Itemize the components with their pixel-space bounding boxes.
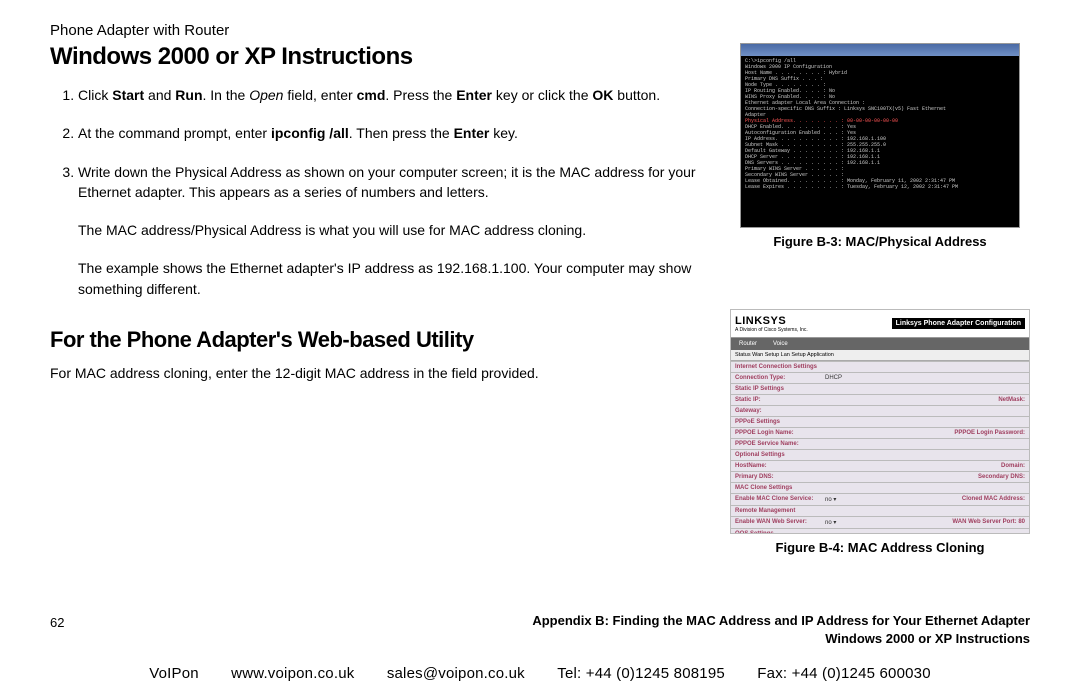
step-2: At the command prompt, enter ipconfig /a… xyxy=(78,123,712,143)
config-row: Connection Type:DHCP xyxy=(731,372,1029,383)
step-1: Click Start and Run. In the Open field, … xyxy=(78,85,712,105)
config-row: Static IP:NetMask: xyxy=(731,394,1029,405)
config-row: PPPOE Service Name: xyxy=(731,438,1029,449)
footer-tel: Tel: +44 (0)1245 808195 xyxy=(557,665,725,682)
config-row: Primary DNS:Secondary DNS: xyxy=(731,471,1029,482)
config-row: Enable WAN Web Server:no ▾WAN Web Server… xyxy=(731,516,1029,528)
config-row: Static IP Settings xyxy=(731,383,1029,394)
linksys-logo: LINKSYS xyxy=(735,315,808,327)
figure-b3-caption: Figure B-3: MAC/Physical Address xyxy=(730,234,1030,249)
linksys-config-screenshot: LINKSYS A Division of Cisco Systems, Inc… xyxy=(730,309,1030,534)
mac-note: The MAC address/Physical Address is what… xyxy=(78,220,712,240)
tab-router: Router xyxy=(731,341,765,347)
heading-web-utility: For the Phone Adapter's Web-based Utilit… xyxy=(50,327,712,353)
config-row: HostName:Domain: xyxy=(731,460,1029,471)
tab-voice: Voice xyxy=(765,341,796,347)
footer-fax: Fax: +44 (0)1245 600030 xyxy=(757,665,930,682)
mac-cloning-instruction: For MAC address cloning, enter the 12-di… xyxy=(50,363,712,383)
footer-website: www.voipon.co.uk xyxy=(231,665,354,682)
product-line: Phone Adapter with Router xyxy=(50,22,1030,39)
config-row: Enable MAC Clone Service:no ▾Cloned MAC … xyxy=(731,493,1029,505)
command-prompt-screenshot: C:\>ipconfig /all Windows 2000 IP Config… xyxy=(740,43,1020,228)
linksys-header: LINKSYS A Division of Cisco Systems, Inc… xyxy=(731,310,1029,338)
example-note: The example shows the Ethernet adapter's… xyxy=(78,258,712,299)
config-row: MAC Clone Settings xyxy=(731,482,1029,493)
figure-b4-caption: Figure B-4: MAC Address Cloning xyxy=(730,540,1030,555)
window-titlebar xyxy=(741,44,1019,56)
page-number: 62 xyxy=(50,615,64,630)
heading-windows-instructions: Windows 2000 or XP Instructions xyxy=(50,43,712,71)
config-row: Internet Connection Settings xyxy=(731,361,1029,372)
config-title: Linksys Phone Adapter Configuration xyxy=(892,318,1025,329)
config-row: PPPoE Settings xyxy=(731,416,1029,427)
instruction-list: Click Start and Run. In the Open field, … xyxy=(50,85,712,202)
main-tabs: Router Voice xyxy=(731,338,1029,350)
step-3: Write down the Physical Address as shown… xyxy=(78,162,712,203)
footer-company: VoIPon xyxy=(149,665,199,682)
config-row: QOS Settings xyxy=(731,528,1029,534)
config-row: Optional Settings xyxy=(731,449,1029,460)
config-row: Gateway: xyxy=(731,405,1029,416)
page-footer: VoIPon www.voipon.co.uk sales@voipon.co.… xyxy=(0,665,1080,682)
config-row: PPPOE Login Name:PPPOE Login Password: xyxy=(731,427,1029,438)
config-row: Remote Management xyxy=(731,505,1029,516)
footer-email: sales@voipon.co.uk xyxy=(387,665,525,682)
sub-tabs: Status Wan Setup Lan Setup Application xyxy=(731,350,1029,361)
appendix-reference: Appendix B: Finding the MAC Address and … xyxy=(532,612,1030,648)
